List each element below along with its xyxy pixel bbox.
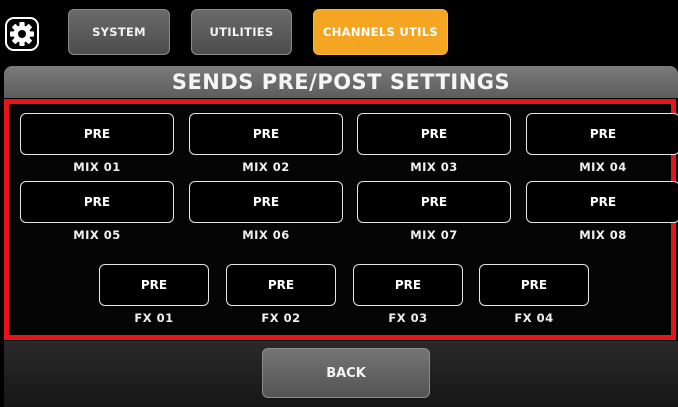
settings-button[interactable] [0, 14, 44, 54]
fx-04-label: FX 04 [514, 311, 554, 325]
mix-03-label: MIX 03 [410, 160, 458, 174]
mix-08-pre-post-button[interactable]: PRE [526, 181, 678, 223]
back-button[interactable]: BACK [262, 348, 430, 398]
mix-07-label: MIX 07 [410, 228, 458, 242]
mix-01-label: MIX 01 [73, 160, 121, 174]
mix-05-label: MIX 05 [73, 228, 121, 242]
bottom-bar: BACK [4, 341, 678, 407]
mix-03-pre-post-button[interactable]: PRE [357, 113, 511, 155]
tab-utilities[interactable]: UTILITIES [191, 9, 292, 55]
mix-08-label: MIX 08 [579, 228, 627, 242]
fx-03-pre-post-button[interactable]: PRE [353, 264, 463, 306]
mix-06-label: MIX 06 [242, 228, 290, 242]
tab-system[interactable]: SYSTEM [68, 9, 170, 55]
fx-02-pre-post-button[interactable]: PRE [226, 264, 336, 306]
fx-02-label: FX 02 [261, 311, 301, 325]
fx-04-pre-post-button[interactable]: PRE [479, 264, 589, 306]
mix-05-pre-post-button[interactable]: PRE [20, 181, 174, 223]
sends-panel: PRE MIX 01 PRE MIX 02 PRE MIX 03 PRE MIX… [4, 99, 678, 340]
page-title: SENDS PRE/POST SETTINGS [4, 66, 678, 98]
mix-04-label: MIX 04 [579, 160, 627, 174]
gear-icon [5, 17, 39, 51]
mix-06-pre-post-button[interactable]: PRE [189, 181, 343, 223]
mix-02-label: MIX 02 [242, 160, 290, 174]
sends-pre-post-screen: SYSTEM UTILITIES CHANNELS UTILS SENDS PR… [0, 0, 678, 407]
fx-03-label: FX 03 [388, 311, 428, 325]
fx-01-label: FX 01 [134, 311, 174, 325]
top-navigation-bar: SYSTEM UTILITIES CHANNELS UTILS [0, 0, 678, 66]
fx-01-pre-post-button[interactable]: PRE [99, 264, 209, 306]
mix-01-pre-post-button[interactable]: PRE [20, 113, 174, 155]
tab-channels-utils[interactable]: CHANNELS UTILS [313, 9, 448, 55]
mix-07-pre-post-button[interactable]: PRE [357, 181, 511, 223]
mix-02-pre-post-button[interactable]: PRE [189, 113, 343, 155]
mix-04-pre-post-button[interactable]: PRE [526, 113, 678, 155]
